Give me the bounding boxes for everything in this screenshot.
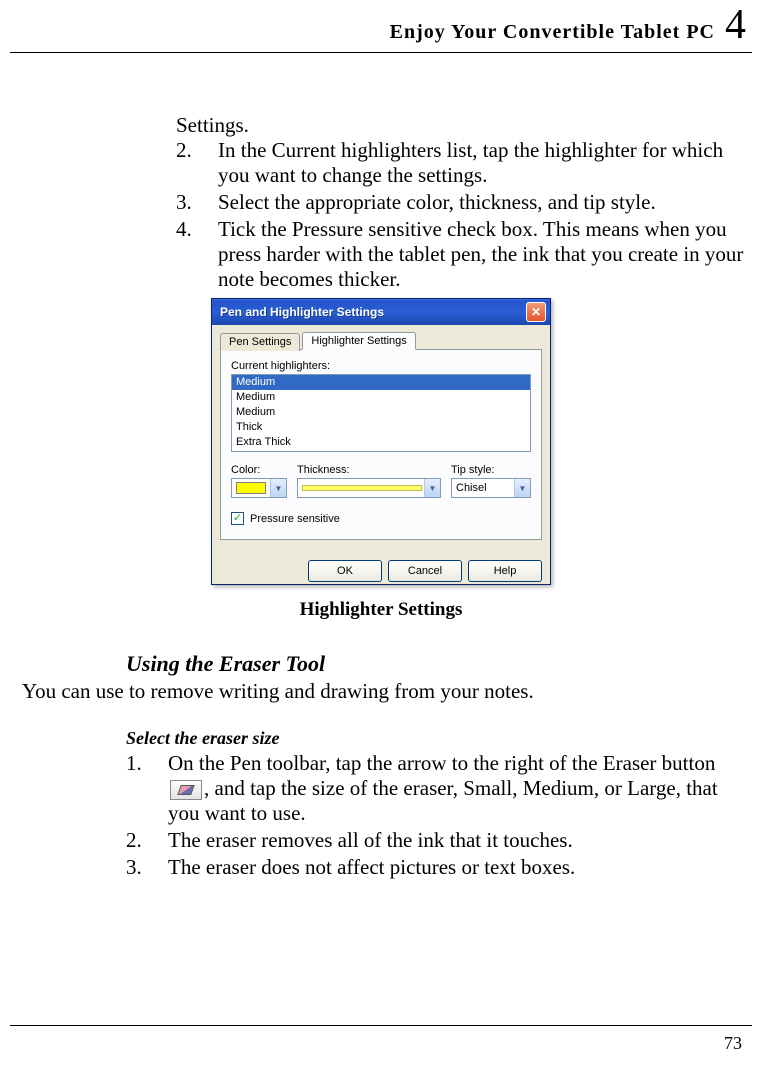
settings-dialog: Pen and Highlighter Settings ✕ Pen Setti…	[211, 298, 551, 585]
header-title: Enjoy Your Convertible Tablet PC	[390, 21, 715, 44]
chevron-down-icon: ▼	[270, 479, 286, 497]
dialog-body: Pen Settings Highlighter Settings Curren…	[212, 325, 550, 550]
step-text: Select the appropriate color, thickness,…	[218, 190, 746, 215]
close-button[interactable]: ✕	[526, 302, 546, 322]
page-header: Enjoy Your Convertible Tablet PC 4	[10, 0, 752, 53]
step-number: 2.	[176, 138, 218, 188]
tab-panel: Current highlighters: Medium Medium Medi…	[220, 350, 542, 540]
list-item[interactable]: Medium	[232, 405, 530, 420]
color-field: Color: ▼	[231, 464, 287, 498]
tip-value: Chisel	[454, 482, 487, 494]
tab-pen-settings[interactable]: Pen Settings	[220, 333, 300, 351]
tab-strip: Pen Settings Highlighter Settings	[220, 331, 542, 350]
step-text: The eraser does not affect pictures or t…	[168, 855, 746, 880]
thickness-field: Thickness: ▼	[297, 464, 441, 498]
step-number: 1.	[126, 751, 168, 826]
thickness-preview	[302, 485, 422, 491]
color-label: Color:	[231, 464, 287, 476]
highlighter-listbox[interactable]: Medium Medium Medium Thick Extra Thick	[231, 374, 531, 452]
tip-field: Tip style: Chisel ▼	[451, 464, 531, 498]
list-item: 3. The eraser does not affect pictures o…	[126, 855, 746, 880]
section-heading: Using the Eraser Tool	[16, 651, 746, 677]
step-text: On the Pen toolbar, tap the arrow to the…	[168, 751, 746, 826]
step-text: Tick the Pressure sensitive check box. T…	[218, 217, 746, 292]
step-number: 3.	[176, 190, 218, 215]
list-item: 1. On the Pen toolbar, tap the arrow to …	[126, 751, 746, 826]
step-text: The eraser removes all of the ink that i…	[168, 828, 746, 853]
step-text-post: , and tap the size of the eraser, Small,…	[168, 776, 718, 825]
dialog-buttons: OK Cancel Help	[212, 550, 550, 584]
tip-combo[interactable]: Chisel ▼	[451, 478, 531, 498]
thickness-combo[interactable]: ▼	[297, 478, 441, 498]
step-number: 4.	[176, 217, 218, 292]
step-number: 3.	[126, 855, 168, 880]
list-item: 2. The eraser removes all of the ink tha…	[126, 828, 746, 853]
pressure-label: Pressure sensitive	[250, 513, 340, 525]
chevron-down-icon: ▼	[424, 479, 440, 497]
list-item: 2. In the Current highlighters list, tap…	[176, 138, 746, 188]
help-button[interactable]: Help	[468, 560, 542, 582]
list-item[interactable]: Medium	[232, 390, 530, 405]
ok-button[interactable]: OK	[308, 560, 382, 582]
list-item: 3. Select the appropriate color, thickne…	[176, 190, 746, 215]
list-label: Current highlighters:	[231, 360, 531, 372]
page-number: 73	[724, 1033, 742, 1054]
dialog-titlebar: Pen and Highlighter Settings ✕	[212, 299, 550, 325]
chevron-down-icon: ▼	[514, 479, 530, 497]
pressure-checkbox[interactable]: ✓	[231, 512, 244, 525]
section-intro: You can use to remove writing and drawin…	[16, 679, 746, 704]
color-swatch	[236, 482, 266, 494]
eraser-icon	[170, 780, 202, 800]
continued-line: Settings.	[16, 113, 746, 138]
cancel-button[interactable]: Cancel	[388, 560, 462, 582]
tip-label: Tip style:	[451, 464, 531, 476]
steps-list-top: 2. In the Current highlighters list, tap…	[16, 138, 746, 292]
thickness-label: Thickness:	[297, 464, 441, 476]
list-item[interactable]: Thick	[232, 420, 530, 435]
figure-caption: Highlighter Settings	[16, 599, 746, 621]
pressure-row: ✓ Pressure sensitive	[231, 512, 531, 525]
list-item[interactable]: Extra Thick	[232, 435, 530, 450]
page-content: Settings. 2. In the Current highlighters…	[10, 53, 752, 880]
step-number: 2.	[126, 828, 168, 853]
list-item: 4. Tick the Pressure sensitive check box…	[176, 217, 746, 292]
color-combo[interactable]: ▼	[231, 478, 287, 498]
footer-rule	[10, 1025, 752, 1026]
properties-row: Color: ▼ Thickness: ▼	[231, 464, 531, 498]
dialog-figure: Pen and Highlighter Settings ✕ Pen Setti…	[16, 298, 746, 585]
sub-heading: Select the eraser size	[16, 728, 746, 749]
dialog-title: Pen and Highlighter Settings	[220, 305, 384, 319]
step-text: In the Current highlighters list, tap th…	[218, 138, 746, 188]
steps-list-eraser: 1. On the Pen toolbar, tap the arrow to …	[16, 751, 746, 880]
list-item[interactable]: Medium	[232, 375, 530, 390]
eraser-glyph	[177, 785, 195, 795]
chapter-number: 4	[725, 4, 746, 46]
step-text-pre: On the Pen toolbar, tap the arrow to the…	[168, 751, 715, 775]
tab-highlighter-settings[interactable]: Highlighter Settings	[302, 332, 415, 350]
